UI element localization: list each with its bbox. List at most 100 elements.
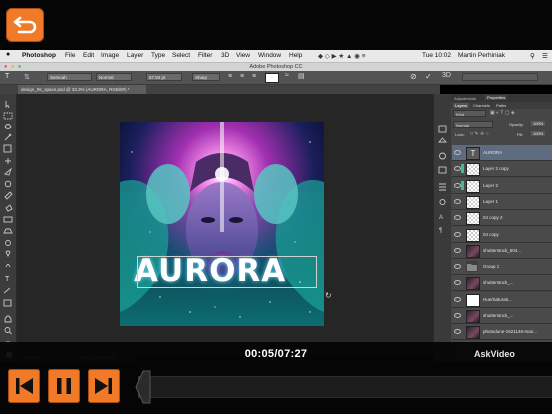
apple-menu[interactable]: ● xyxy=(6,51,10,58)
askvideo-logo-text: AskVideo xyxy=(474,349,515,359)
menu-help[interactable]: Help xyxy=(289,52,302,59)
visibility-eye-icon[interactable] xyxy=(454,182,461,188)
menu-view[interactable]: View xyxy=(236,52,250,59)
orientation-icon[interactable]: ⇅ xyxy=(24,73,30,81)
layer-row[interactable]: Layer 2 copy xyxy=(452,161,552,178)
opacity-field[interactable]: 100% xyxy=(531,121,546,126)
workspace-select[interactable] xyxy=(462,73,538,81)
visibility-eye-icon[interactable] xyxy=(454,166,461,172)
layer-row[interactable]: Layer 1 xyxy=(452,193,552,210)
lock-icons[interactable]: □ ✎ ✛ ○ xyxy=(470,131,489,137)
lock-label: Lock: xyxy=(455,132,465,137)
layer-thumbnail xyxy=(466,179,480,193)
tab-channels[interactable]: Channels xyxy=(473,103,490,108)
3d-icon[interactable]: 3D xyxy=(442,72,451,79)
menu-edit[interactable]: Edit xyxy=(83,52,94,59)
skip-forward-icon xyxy=(95,378,112,394)
type-tool-icon[interactable]: T xyxy=(5,73,9,80)
filter-kind-select[interactable]: Kind xyxy=(453,110,486,117)
layer-row[interactable]: shutterstock_... xyxy=(452,308,552,324)
visibility-eye-icon[interactable] xyxy=(454,264,461,270)
tool-icons[interactable]: T xyxy=(0,94,16,362)
layer-row[interactable]: 04 copy 2 xyxy=(452,210,552,227)
font-size-field[interactable]: 57.84 pt xyxy=(146,73,182,81)
menu-app[interactable]: Photoshop xyxy=(22,52,56,59)
visibility-eye-icon[interactable] xyxy=(454,198,461,204)
zoom-window-icon[interactable]: ● xyxy=(18,63,21,71)
visibility-eye-icon[interactable] xyxy=(454,296,461,302)
tab-properties[interactable]: Properties xyxy=(485,95,508,100)
tab-adjustments[interactable]: Adjustments xyxy=(454,96,476,101)
character-panel-icon[interactable]: ▤ xyxy=(298,72,305,80)
visibility-eye-icon[interactable] xyxy=(454,313,461,318)
layer-thumbnail xyxy=(466,244,480,258)
folder-icon xyxy=(466,261,478,273)
layer-row[interactable]: Hue/Saturati... xyxy=(452,291,552,308)
window-title: Adobe Photoshop CC xyxy=(249,64,303,70)
visibility-eye-icon[interactable] xyxy=(454,231,461,237)
blend-mode-select[interactable]: Normal xyxy=(453,121,493,128)
layer-row[interactable]: photodune-1621146-man... xyxy=(452,324,552,341)
previous-button[interactable] xyxy=(8,369,40,403)
progress-scrubber[interactable] xyxy=(134,367,152,407)
layer-row[interactable]: Group 1 xyxy=(452,259,552,276)
tab-paths[interactable]: Paths xyxy=(496,103,506,108)
menu-window[interactable]: Window xyxy=(258,52,281,59)
filter-icons[interactable]: ▣ ◐ T ▢ ◈ xyxy=(490,110,515,116)
layer-thumbnail xyxy=(466,310,480,323)
visibility-eye-icon[interactable] xyxy=(454,215,461,221)
text-bounding-box[interactable] xyxy=(137,256,317,288)
layer-row[interactable]: 04 copy xyxy=(452,226,552,243)
align-right-icon[interactable]: ≡ xyxy=(252,73,256,80)
font-family-select[interactable]: Serecah xyxy=(47,73,92,81)
panel-top-tabs: Adjustments Properties xyxy=(451,94,552,102)
text-color-swatch[interactable] xyxy=(265,73,279,83)
menu-file[interactable]: File xyxy=(65,52,75,59)
font-style-select[interactable]: Normal xyxy=(96,73,132,81)
menu-3d[interactable]: 3D xyxy=(221,52,229,59)
layer-thumbnail xyxy=(466,212,480,226)
visibility-eye-icon[interactable] xyxy=(454,280,461,286)
align-left-icon[interactable]: ≡ xyxy=(228,73,232,80)
commit-edits-icon[interactable]: ✓ xyxy=(425,72,432,81)
fill-field[interactable]: 100% xyxy=(531,131,546,136)
layer-name: Layer 2 copy xyxy=(483,166,509,172)
fill-label: Fill: xyxy=(517,132,524,137)
next-button[interactable] xyxy=(88,369,120,403)
visibility-eye-icon[interactable] xyxy=(454,247,461,253)
cancel-edits-icon[interactable]: ⊘ xyxy=(410,72,417,81)
layer-thumbnail xyxy=(466,195,480,209)
photoshop-title-bar: ● ● ● Adobe Photoshop CC xyxy=(0,63,552,71)
menu-filter[interactable]: Filter xyxy=(198,52,212,59)
menubar-user[interactable]: Martin Perhiniak xyxy=(458,52,505,59)
layer-row[interactable]: shutterstock_604... xyxy=(452,242,552,259)
antialias-select[interactable]: Sharp xyxy=(192,73,220,81)
menu-layer[interactable]: Layer xyxy=(127,52,143,59)
menu-image[interactable]: Image xyxy=(101,52,119,59)
pause-icon xyxy=(57,378,71,394)
artwork-image[interactable] xyxy=(120,122,324,326)
pause-button[interactable] xyxy=(48,369,80,403)
document-tab[interactable]: design_06_space.psd @ 33.3% (AURORA, RGB… xyxy=(18,85,146,94)
layer-link-marker xyxy=(461,164,464,174)
dock-icons[interactable]: A ¶ xyxy=(434,94,451,362)
menu-select[interactable]: Select xyxy=(172,52,190,59)
adjustment-icon xyxy=(466,293,480,307)
close-window-icon[interactable]: ● xyxy=(4,63,7,71)
layer-row[interactable]: Layer 2 xyxy=(452,177,552,194)
visibility-eye-icon[interactable] xyxy=(454,329,461,335)
warp-text-icon[interactable]: ≈ xyxy=(285,72,289,79)
progress-track[interactable] xyxy=(138,376,552,398)
notification-icon[interactable]: ☰ xyxy=(542,52,548,60)
visibility-eye-icon[interactable] xyxy=(454,150,461,155)
minimize-window-icon[interactable]: ● xyxy=(11,63,14,71)
back-button[interactable] xyxy=(6,8,44,42)
layer-name: shutterstock_... xyxy=(483,280,514,286)
spotlight-icon[interactable]: ⚲ xyxy=(530,52,535,60)
align-center-icon[interactable]: ≡ xyxy=(240,73,244,80)
layer-row[interactable]: T AURORA xyxy=(452,145,552,161)
menu-type[interactable]: Type xyxy=(151,52,165,59)
opacity-label: Opacity: xyxy=(509,122,524,127)
tab-layers[interactable]: Layers xyxy=(453,103,470,108)
layer-row[interactable]: shutterstock_... xyxy=(452,275,552,292)
